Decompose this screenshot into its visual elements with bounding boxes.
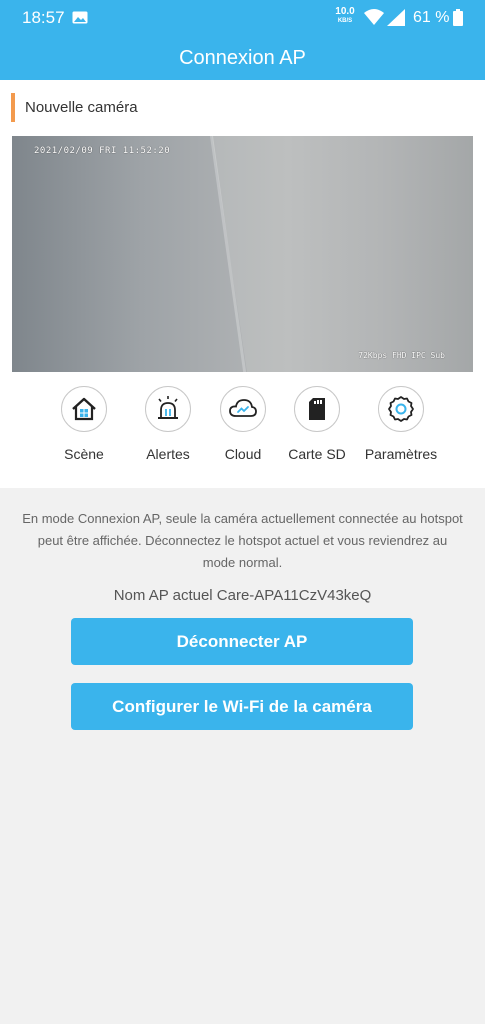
action-scene[interactable]: Scène [44, 386, 124, 462]
wifi-icon [364, 9, 384, 25]
gear-icon [388, 396, 414, 422]
action-alerts[interactable]: Alertes [128, 386, 208, 462]
action-alerts-circle [145, 386, 191, 432]
alarm-icon [158, 396, 178, 419]
video-shadow [12, 136, 247, 372]
configure-wifi-button[interactable]: Configurer le Wi-Fi de la caméra [71, 683, 413, 730]
app-header: Connexion AP [0, 36, 485, 80]
net-speed: 10.0 KB/S [335, 6, 355, 25]
action-sd-card[interactable]: Carte SD [277, 386, 357, 462]
action-scene-label: Scène [64, 446, 104, 462]
action-settings-label: Paramètres [364, 446, 438, 462]
battery-icon [453, 9, 463, 26]
signal-icon [387, 9, 405, 26]
title-marker [11, 93, 15, 122]
osd-stream-info: 72Kbps FHD IPC Sub [358, 351, 445, 360]
action-cloud[interactable]: Cloud [203, 386, 283, 462]
status-time: 18:57 [22, 8, 65, 27]
camera-card: Nouvelle caméra 2021/02/09 FRI 11:52:20 … [0, 80, 485, 488]
camera-video-preview[interactable]: 2021/02/09 FRI 11:52:20 72Kbps FHD IPC S… [12, 136, 473, 372]
action-settings[interactable]: Paramètres [361, 386, 441, 462]
osd-timestamp: 2021/02/09 FRI 11:52:20 [34, 146, 171, 156]
action-cloud-label: Cloud [224, 446, 262, 462]
image-icon [72, 11, 88, 24]
camera-name: Nouvelle caméra [25, 99, 138, 116]
action-sd-card-circle [294, 386, 340, 432]
current-ap-name: Nom AP actuel Care-APA11CzV43keQ [113, 587, 372, 604]
battery-text: 61 % [413, 9, 450, 26]
action-settings-circle [378, 386, 424, 432]
cloud-icon [229, 399, 257, 417]
sd-card-icon [309, 398, 325, 420]
action-alerts-label: Alertes [146, 446, 190, 462]
page-title: Connexion AP [179, 46, 306, 69]
status-bar: 18:57 10.0 KB/S 61 % [0, 0, 485, 36]
action-sd-card-label: Carte SD [288, 446, 346, 462]
action-scene-circle [61, 386, 107, 432]
ap-mode-info-text: En mode Connexion AP, seule la caméra ac… [22, 511, 463, 570]
home-icon [72, 397, 96, 421]
disconnect-ap-button[interactable]: Déconnecter AP [71, 618, 413, 665]
action-cloud-circle [220, 386, 266, 432]
